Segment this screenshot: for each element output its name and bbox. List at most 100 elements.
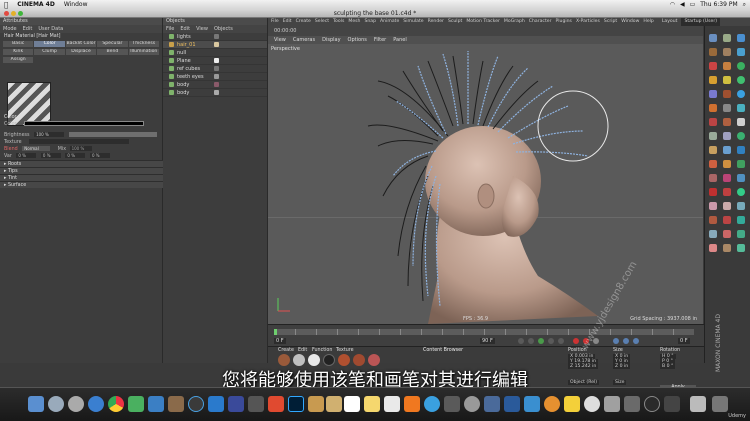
tool-icon[interactable] <box>709 132 717 140</box>
viewport[interactable]: 00:00:00 View Cameras Display Options Fi… <box>268 26 703 324</box>
app-icon[interactable] <box>664 396 680 412</box>
tab-backlit-color[interactable]: Backlit Color <box>65 41 97 47</box>
tool-icon[interactable] <box>723 230 731 238</box>
mat-tab-function[interactable]: Function <box>312 348 332 353</box>
tool-icon[interactable] <box>709 230 717 238</box>
tool-icon[interactable] <box>709 118 717 126</box>
texture-field[interactable] <box>29 139 130 144</box>
tool-icon[interactable] <box>709 34 717 42</box>
menu-simulate[interactable]: Simulate <box>403 18 423 26</box>
tool-icon[interactable] <box>737 244 745 252</box>
finder-icon[interactable] <box>28 396 44 412</box>
prev-frame-button[interactable] <box>528 338 534 344</box>
menu-file[interactable]: File <box>271 18 279 26</box>
tool-icon[interactable] <box>737 34 745 42</box>
tool-icon[interactable] <box>723 90 731 98</box>
menu-mesh[interactable]: Mesh <box>348 18 360 26</box>
next-frame-button[interactable] <box>548 338 554 344</box>
start-frame-field[interactable]: 0 F <box>274 338 286 344</box>
tool-icon[interactable] <box>709 90 717 98</box>
tool-icon[interactable] <box>723 216 731 224</box>
tool-icon[interactable] <box>709 174 717 182</box>
content-browser-tab[interactable]: Content Browser <box>423 348 463 353</box>
mix-field[interactable]: 100 % <box>69 146 92 151</box>
tool-icon[interactable] <box>709 188 717 196</box>
scale-keys-button[interactable] <box>623 338 629 344</box>
tool-icon[interactable] <box>709 62 717 70</box>
menu-mograph[interactable]: MoGraph <box>504 18 525 26</box>
end-frame-field[interactable]: 90 F <box>480 338 495 344</box>
tool-icon[interactable] <box>723 160 731 168</box>
objects-menu-file[interactable]: File <box>166 25 174 33</box>
tool-icon[interactable] <box>723 118 731 126</box>
menu-script[interactable]: Script <box>604 18 617 26</box>
tool-icon[interactable] <box>709 160 717 168</box>
first-frame-button[interactable] <box>518 338 524 344</box>
menu-window[interactable]: Window <box>621 18 639 26</box>
app-icon[interactable] <box>326 396 342 412</box>
app-menu[interactable]: CINEMA 4D <box>17 1 55 8</box>
app-icon[interactable] <box>268 396 284 412</box>
tool-icon[interactable] <box>737 216 745 224</box>
app-icon[interactable] <box>208 396 224 412</box>
brightness-field[interactable]: 100 % <box>34 132 65 137</box>
tool-icon[interactable] <box>709 104 717 112</box>
app-icon[interactable] <box>624 396 640 412</box>
tab-kink[interactable]: Kink <box>3 49 34 55</box>
safari-icon[interactable] <box>88 396 104 412</box>
tool-icon[interactable] <box>723 146 731 154</box>
tool-icon[interactable] <box>709 76 717 84</box>
tool-icon[interactable] <box>709 202 717 210</box>
tab-thickness[interactable]: Thickness <box>128 41 159 47</box>
tool-icon[interactable] <box>723 34 731 42</box>
record-button[interactable] <box>573 338 579 344</box>
menu-edit[interactable]: Edit <box>283 18 292 26</box>
menu-character[interactable]: Character <box>529 18 552 26</box>
clock[interactable]: Thu 6:39 PM <box>700 1 737 8</box>
menu-help[interactable]: Help <box>643 18 653 26</box>
app-icon[interactable] <box>604 396 620 412</box>
photoshop-icon[interactable] <box>288 396 304 412</box>
menu-select[interactable]: Select <box>315 18 329 26</box>
window-menu[interactable]: Window <box>64 1 88 8</box>
tool-icon[interactable] <box>709 146 717 154</box>
app-icon[interactable] <box>464 396 480 412</box>
section-tips[interactable]: ▸ Tips <box>0 167 163 174</box>
tool-icon[interactable] <box>723 48 731 56</box>
tool-icon[interactable] <box>737 76 745 84</box>
app-icon[interactable] <box>308 396 324 412</box>
tool-icon[interactable] <box>723 62 731 70</box>
tool-icon[interactable] <box>737 48 745 56</box>
app-icon[interactable] <box>228 396 244 412</box>
tab-specular[interactable]: Specular <box>97 41 128 47</box>
vlc-icon[interactable] <box>404 396 420 412</box>
tool-icon[interactable] <box>737 146 745 154</box>
brightness-slider[interactable] <box>68 132 157 137</box>
tool-icon[interactable] <box>737 202 745 210</box>
calendar-icon[interactable] <box>344 396 360 412</box>
last-frame-button[interactable] <box>558 338 564 344</box>
menu-create[interactable]: Create <box>296 18 311 26</box>
menu-sculpt[interactable]: Sculpt <box>448 18 462 26</box>
menu-plugins[interactable]: Plugins <box>555 18 571 26</box>
menu-animate[interactable]: Animate <box>380 18 399 26</box>
menu-motion-tracker[interactable]: Motion Tracker <box>466 18 500 26</box>
tool-icon[interactable] <box>737 118 745 126</box>
section-tint[interactable]: ▸ Tint <box>0 174 163 181</box>
tool-icon[interactable] <box>737 160 745 168</box>
objects-menu-objects[interactable]: Objects <box>214 25 233 33</box>
tool-icon[interactable] <box>723 104 731 112</box>
volume-icon[interactable]: ◀ <box>680 1 685 8</box>
blend-select[interactable]: Normal <box>22 146 51 151</box>
tab-illumination[interactable]: Illumination <box>128 49 159 55</box>
tool-icon[interactable] <box>723 76 731 84</box>
timeline-playhead[interactable] <box>274 329 277 335</box>
tool-icon[interactable] <box>709 244 717 252</box>
tab-color[interactable]: Color <box>34 41 65 47</box>
tool-icon[interactable] <box>737 230 745 238</box>
var-field-2[interactable]: 0 % <box>40 153 61 158</box>
var-field-4[interactable]: 0 % <box>89 153 110 158</box>
tab-clump[interactable]: Clump <box>34 49 65 55</box>
app-icon[interactable] <box>524 396 540 412</box>
menu-snap[interactable]: Snap <box>364 18 376 26</box>
